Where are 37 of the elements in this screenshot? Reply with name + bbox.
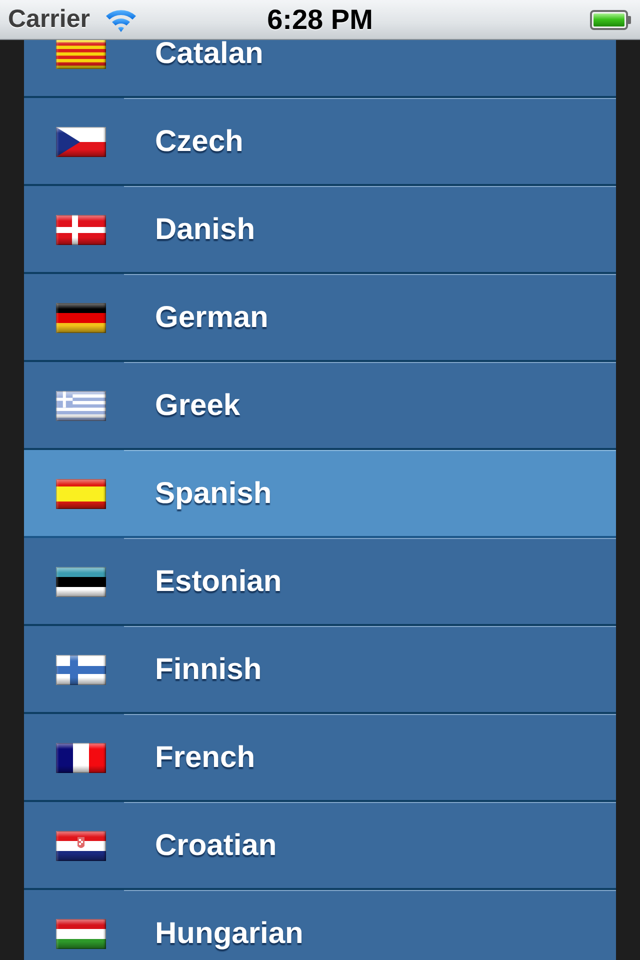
- greek-flag-icon: [56, 391, 106, 421]
- language-row[interactable]: Hungarian: [24, 890, 616, 960]
- language-name: Spanish: [155, 479, 272, 509]
- croatian-flag-icon: [56, 831, 106, 861]
- language-row[interactable]: German: [24, 274, 616, 362]
- language-name: Catalan: [155, 40, 264, 69]
- language-row[interactable]: Croatian: [24, 802, 616, 890]
- wifi-icon: [104, 7, 138, 32]
- language-row[interactable]: Finnish: [24, 626, 616, 714]
- language-name: Croatian: [155, 831, 277, 861]
- language-row[interactable]: Spanish: [24, 450, 616, 538]
- finnish-flag-icon: [56, 655, 106, 685]
- language-row[interactable]: Czech: [24, 98, 616, 186]
- language-row[interactable]: Catalan: [24, 40, 616, 98]
- battery-icon: [590, 10, 632, 30]
- language-row[interactable]: French: [24, 714, 616, 802]
- language-row[interactable]: Greek: [24, 362, 616, 450]
- language-name: Estonian: [155, 567, 282, 597]
- french-flag-icon: [56, 743, 106, 773]
- czech-flag-icon: [56, 127, 106, 157]
- clock-time: 6:28 PM: [267, 4, 373, 36]
- spanish-flag-icon: [56, 479, 106, 509]
- danish-flag-icon: [56, 215, 106, 245]
- language-name: Greek: [155, 391, 240, 421]
- language-row[interactable]: Danish: [24, 186, 616, 274]
- language-name: Czech: [155, 127, 244, 157]
- language-name: French: [155, 743, 256, 773]
- catalan-flag-icon: [56, 40, 106, 69]
- language-name: Hungarian: [155, 919, 304, 949]
- hungarian-flag-icon: [56, 919, 106, 949]
- language-name: Finnish: [155, 655, 262, 685]
- language-row[interactable]: Estonian: [24, 538, 616, 626]
- language-name: German: [155, 303, 268, 333]
- estonian-flag-icon: [56, 567, 106, 597]
- german-flag-icon: [56, 303, 106, 333]
- carrier-name: Carrier: [8, 5, 90, 34]
- language-name: Danish: [155, 215, 256, 245]
